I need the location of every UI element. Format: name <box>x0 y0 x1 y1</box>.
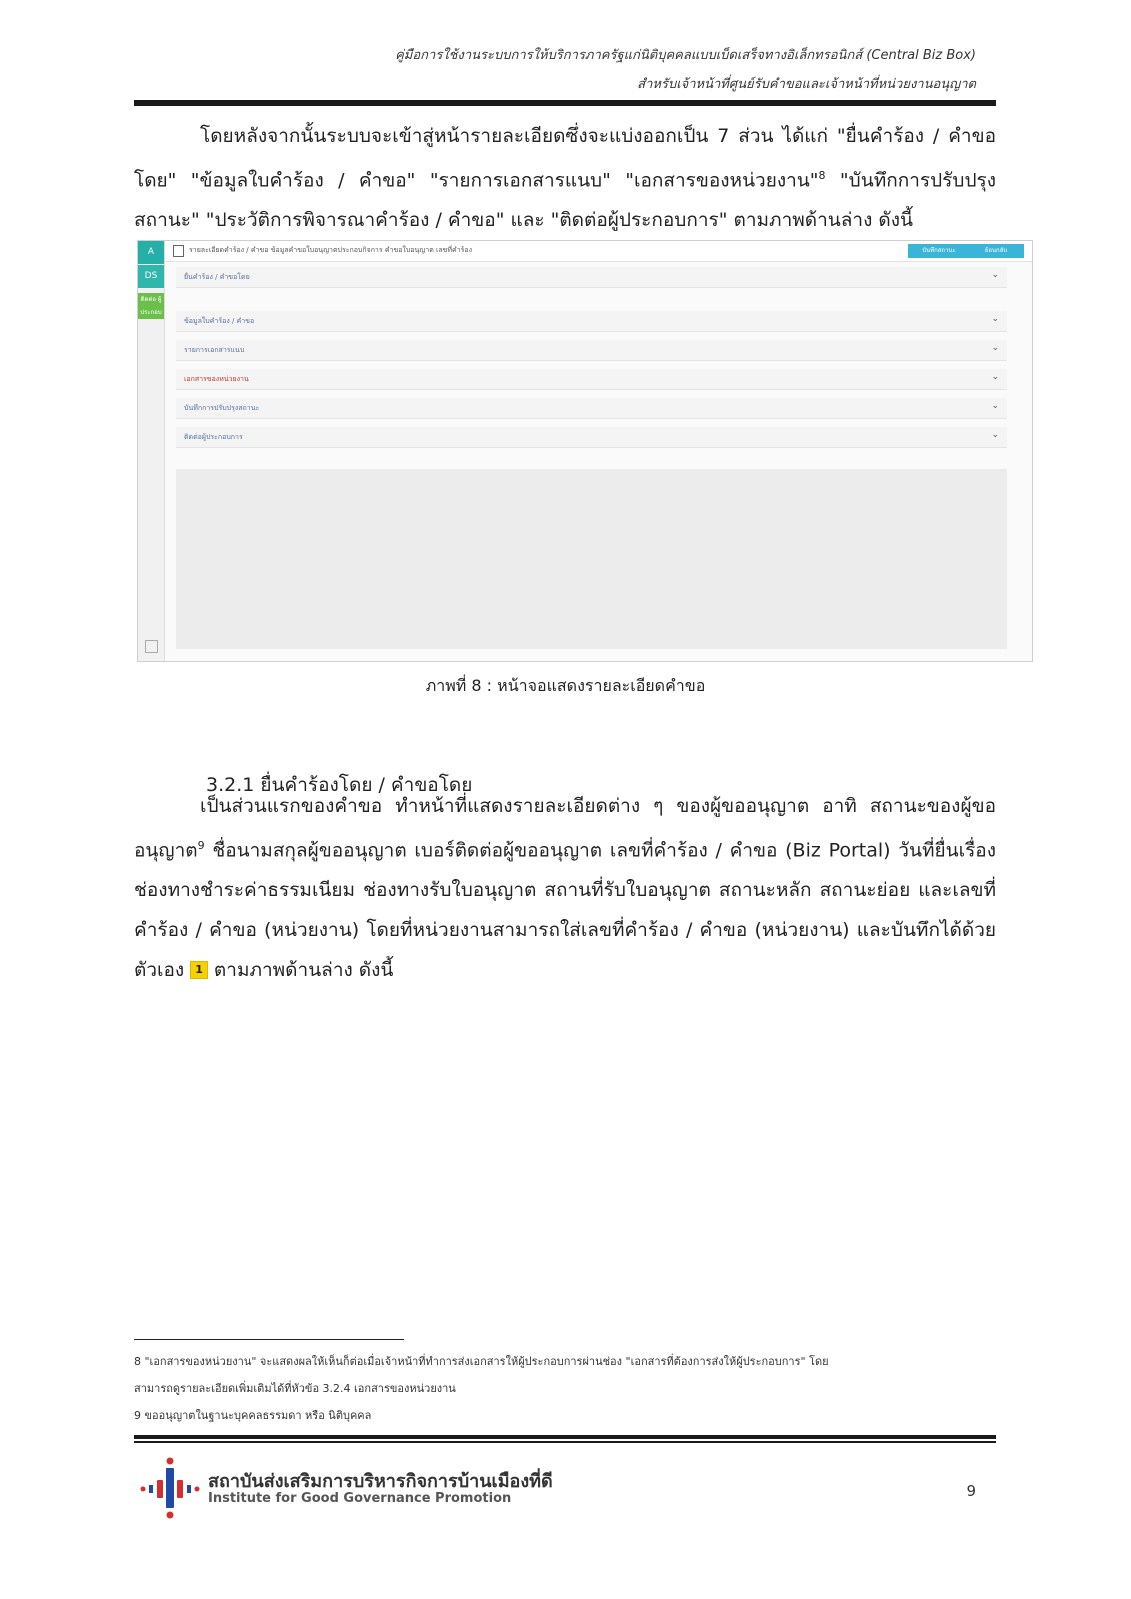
footnote-9: 9 ขออนุญาตในฐานะบุคคลธรรมดา หรือ นิติบุค… <box>134 1409 372 1422</box>
content-area <box>176 469 1007 649</box>
section-contact[interactable]: ติดต่อผู้ประกอบการ ⌄ <box>176 427 1007 448</box>
footnote-ref-8[interactable]: 8 <box>819 169 826 182</box>
screenshot-topbar: รายละเอียดคำร้อง / คำขอ ข้อมูลคำขอใบอนุญ… <box>165 241 1032 262</box>
page-number: 9 <box>966 1482 976 1500</box>
section-label: บันทึกการปรับปรุงสถานะ <box>184 404 260 412</box>
footnote-ref-9[interactable]: 9 <box>198 839 205 852</box>
section-label: เอกสารของหน่วยงาน <box>184 375 249 383</box>
footer-rule <box>134 1435 996 1439</box>
section-label: ติดต่อผู้ประกอบการ <box>184 433 243 441</box>
sidebar-button-a[interactable]: A <box>138 241 164 264</box>
screenshot-title: รายละเอียดคำร้อง / คำขอ ข้อมูลคำขอใบอนุญ… <box>189 246 473 254</box>
intro-paragraph: โดยหลังจากนั้นระบบจะเข้าสู่หน้ารายละเอีย… <box>134 116 996 240</box>
section-attachments[interactable]: รายการเอกสารแนบ ⌄ <box>176 340 1007 361</box>
section-agency-documents[interactable]: เอกสารของหน่วยงาน ⌄ <box>176 369 1007 390</box>
chevron-down-icon: ⌄ <box>991 372 999 382</box>
section-label: ข้อมูลใบคำร้อง / คำขอ <box>184 317 255 325</box>
marker-badge: 1 <box>190 961 208 980</box>
figure-screenshot: A DS ติดต่อ ผู้ประกอบ รายละเอียดคำร้อง /… <box>137 240 1033 662</box>
sidebar-footer-icon[interactable] <box>145 640 158 653</box>
section-request-info[interactable]: ข้อมูลใบคำร้อง / คำขอ ⌄ <box>176 311 1007 332</box>
chevron-down-icon: ⌄ <box>991 343 999 353</box>
header-title-line2: สำหรับเจ้าหน้าที่ศูนย์รับคำขอและเจ้าหน้า… <box>637 77 976 92</box>
screenshot-sidebar: A DS ติดต่อ ผู้ประกอบ <box>138 241 165 661</box>
footnote-8-line1: 8 "เอกสารของหน่วยงาน" จะแสดงผลให้เห็นก็ต… <box>134 1355 829 1368</box>
document-icon <box>173 245 184 257</box>
footnote-rule <box>134 1339 404 1340</box>
save-status-button[interactable]: บันทึกสถานะ <box>908 244 970 258</box>
body-paragraph: เป็นส่วนแรกของคำขอ ทำหน้าที่แสดงรายละเอี… <box>134 786 996 990</box>
institute-logo-icon <box>140 1457 200 1519</box>
sidebar-button-ds[interactable]: DS <box>138 265 164 288</box>
chevron-down-icon: ⌄ <box>991 401 999 411</box>
footnote-8-line2: สามารถดูรายละเอียดเพิ่มเติมได้ที่หัวข้อ … <box>134 1382 456 1395</box>
header-rule <box>134 100 996 106</box>
section-label: ยื่นคำร้อง / คำขอโดย <box>184 273 250 281</box>
back-button[interactable]: ย้อนกลับ <box>968 244 1024 258</box>
sidebar-button-contact[interactable]: ติดต่อ ผู้ประกอบ <box>138 293 164 319</box>
chevron-down-icon: ⌄ <box>991 314 999 324</box>
section-submitted-by[interactable]: ยื่นคำร้อง / คำขอโดย ⌄ <box>176 267 1007 288</box>
footer-rule-thin <box>134 1441 996 1443</box>
header-title-line1: คู่มือการใช้งานระบบการให้บริการภาครัฐแก่… <box>395 48 976 63</box>
section-status-log[interactable]: บันทึกการปรับปรุงสถานะ ⌄ <box>176 398 1007 419</box>
chevron-down-icon: ⌄ <box>991 430 999 440</box>
org-name-english: Institute for Good Governance Promotion <box>208 1491 512 1506</box>
body-text-end: ตามภาพด้านล่าง ดังนี้ <box>207 959 394 982</box>
figure-caption: ภาพที่ 8 : หน้าจอแสดงรายละเอียดคำขอ <box>425 676 706 695</box>
chevron-down-icon: ⌄ <box>991 270 999 280</box>
section-label: รายการเอกสารแนบ <box>184 346 245 354</box>
